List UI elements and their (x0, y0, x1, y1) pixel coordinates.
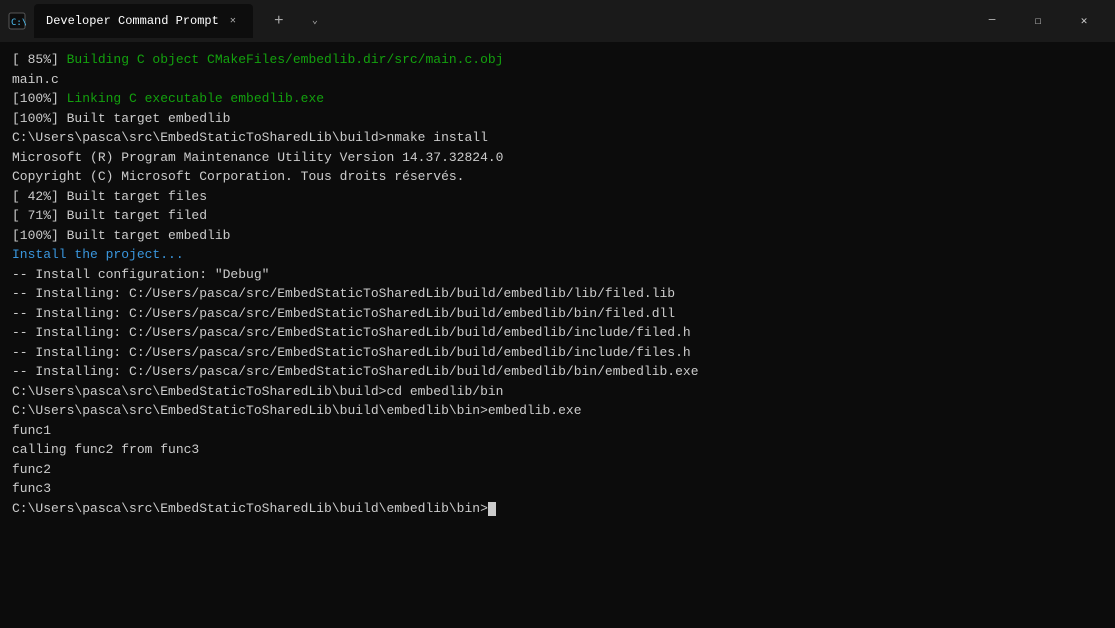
active-tab[interactable]: Developer Command Prompt ✕ (34, 4, 253, 38)
minimize-button[interactable]: ─ (969, 5, 1015, 37)
terminal-text: -- Installing: C:/Users/pasca/src/EmbedS… (12, 345, 691, 360)
terminal-text: -- Installing: C:/Users/pasca/src/EmbedS… (12, 286, 675, 301)
terminal-text: Copyright (C) Microsoft Corporation. Tou… (12, 169, 464, 184)
terminal-line: [ 42%] Built target files (12, 187, 1103, 207)
terminal-text: func1 (12, 423, 51, 438)
terminal-line: -- Installing: C:/Users/pasca/src/EmbedS… (12, 362, 1103, 382)
terminal-line: C:\Users\pasca\src\EmbedStaticToSharedLi… (12, 128, 1103, 148)
terminal-text: main.c (12, 72, 59, 87)
terminal-line: Microsoft (R) Program Maintenance Utilit… (12, 148, 1103, 168)
tab-dropdown-button[interactable]: ⌄ (303, 9, 327, 33)
terminal-text: C:\Users\pasca\src\EmbedStaticToSharedLi… (12, 384, 503, 399)
svg-text:C:\: C:\ (11, 18, 26, 28)
terminal-text: Building C object CMakeFiles/embedlib.di… (67, 52, 504, 67)
tab-close-button[interactable]: ✕ (225, 13, 241, 29)
titlebar: C:\ Developer Command Prompt ✕ + ⌄ ─ ☐ ✕ (0, 0, 1115, 42)
terminal-line: [ 71%] Built target filed (12, 206, 1103, 226)
terminal-text: -- Install configuration: "Debug" (12, 267, 269, 282)
terminal-text: func3 (12, 481, 51, 496)
terminal-line: func2 (12, 460, 1103, 480)
terminal-line: func3 (12, 479, 1103, 499)
terminal-line: func1 (12, 421, 1103, 441)
terminal-line: main.c (12, 70, 1103, 90)
terminal-line: [ 85%] Building C object CMakeFiles/embe… (12, 50, 1103, 70)
terminal-line: calling func2 from func3 (12, 440, 1103, 460)
terminal-line: -- Installing: C:/Users/pasca/src/EmbedS… (12, 343, 1103, 363)
terminal-text: C:\Users\pasca\src\EmbedStaticToSharedLi… (12, 130, 488, 145)
maximize-button[interactable]: ☐ (1015, 5, 1061, 37)
terminal-content[interactable]: [ 85%] Building C object CMakeFiles/embe… (0, 42, 1115, 628)
terminal-text: Linking C executable embedlib.exe (67, 91, 324, 106)
terminal-line: -- Installing: C:/Users/pasca/src/EmbedS… (12, 323, 1103, 343)
terminal-text: [ 85%] (12, 52, 67, 67)
terminal-line: [100%] Built target embedlib (12, 109, 1103, 129)
terminal-text: -- Installing: C:/Users/pasca/src/EmbedS… (12, 364, 699, 379)
terminal-text: [ 42%] Built target files (12, 189, 207, 204)
terminal-line: -- Install configuration: "Debug" (12, 265, 1103, 285)
terminal-line: Install the project... (12, 245, 1103, 265)
terminal-line: [100%] Linking C executable embedlib.exe (12, 89, 1103, 109)
terminal-text: [100%] Built target embedlib (12, 111, 230, 126)
terminal-line: C:\Users\pasca\src\EmbedStaticToSharedLi… (12, 401, 1103, 421)
tab-label: Developer Command Prompt (46, 14, 219, 28)
terminal-text: Install the project... (12, 247, 184, 262)
terminal-text: -- Installing: C:/Users/pasca/src/EmbedS… (12, 325, 691, 340)
terminal-text: [ 71%] Built target filed (12, 208, 207, 223)
terminal-line: -- Installing: C:/Users/pasca/src/EmbedS… (12, 304, 1103, 324)
terminal-line: C:\Users\pasca\src\EmbedStaticToSharedLi… (12, 499, 1103, 519)
terminal-text: -- Installing: C:/Users/pasca/src/EmbedS… (12, 306, 675, 321)
terminal-text: C:\Users\pasca\src\EmbedStaticToSharedLi… (12, 403, 582, 418)
terminal-text: Microsoft (R) Program Maintenance Utilit… (12, 150, 503, 165)
terminal-text: calling func2 from func3 (12, 442, 199, 457)
titlebar-left: C:\ Developer Command Prompt ✕ + ⌄ (8, 4, 969, 38)
terminal-text: [100%] Built target embedlib (12, 228, 230, 243)
terminal-text: [100%] (12, 91, 67, 106)
window-controls: ─ ☐ ✕ (969, 5, 1107, 37)
terminal-text: func2 (12, 462, 51, 477)
terminal-line: [100%] Built target embedlib (12, 226, 1103, 246)
terminal-icon: C:\ (8, 12, 26, 30)
terminal-line: -- Installing: C:/Users/pasca/src/EmbedS… (12, 284, 1103, 304)
terminal-cursor (488, 502, 496, 516)
terminal-text: C:\Users\pasca\src\EmbedStaticToSharedLi… (12, 501, 488, 516)
terminal-line: Copyright (C) Microsoft Corporation. Tou… (12, 167, 1103, 187)
new-tab-button[interactable]: + (265, 7, 293, 35)
close-button[interactable]: ✕ (1061, 5, 1107, 37)
terminal-line: C:\Users\pasca\src\EmbedStaticToSharedLi… (12, 382, 1103, 402)
